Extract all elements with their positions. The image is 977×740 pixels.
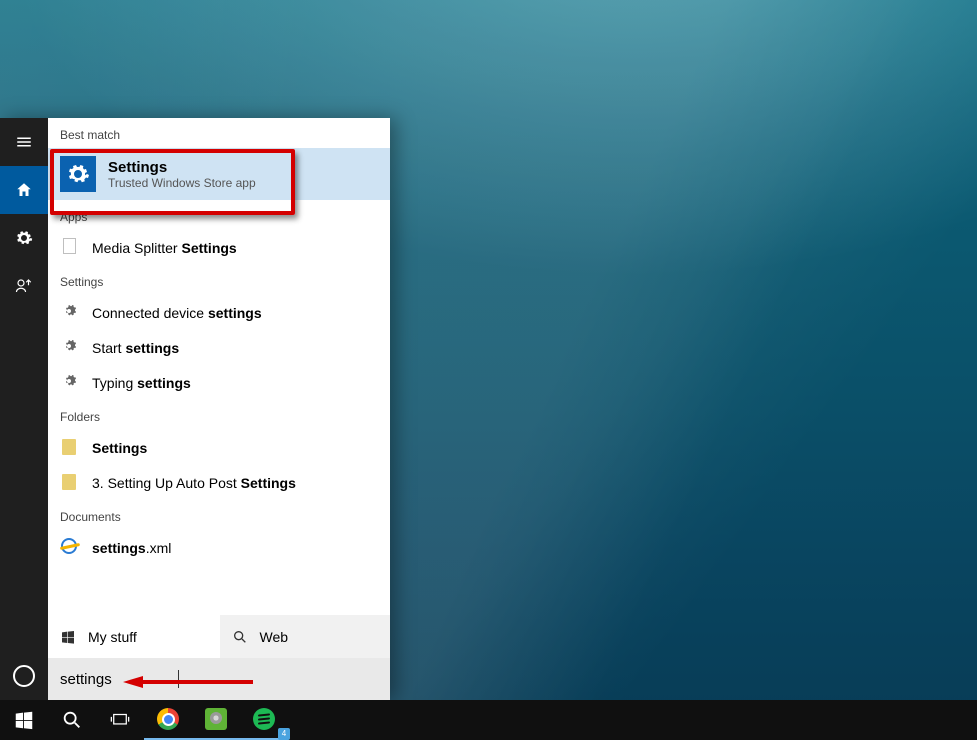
gear-icon [60,373,78,392]
gear-icon [60,303,78,322]
taskbar: 4 [0,700,977,740]
search-icon [232,629,248,645]
search-input[interactable] [60,671,180,688]
taskbar-app-spotify[interactable]: 4 [240,700,288,740]
section-apps: Apps [48,200,390,230]
best-match-subtitle: Trusted Windows Store app [108,176,256,190]
search-icon [61,709,83,731]
start-button[interactable] [0,700,48,740]
evernote-icon [205,708,227,730]
document-result[interactable]: settings.xml [48,530,390,565]
app-result[interactable]: Media Splitter Settings [48,230,390,265]
taskbar-search-button[interactable] [48,700,96,740]
settings-result-label: Connected device settings [92,305,262,321]
settings-result-label: Start settings [92,340,179,356]
section-best-match: Best match [48,118,390,148]
app-result-label: Media Splitter Settings [92,240,237,256]
folder-result-label: Settings [92,440,147,456]
settings-result[interactable]: Typing settings [48,365,390,400]
taskbar-app-evernote[interactable] [192,700,240,740]
home-icon[interactable] [0,166,48,214]
section-documents: Documents [48,500,390,530]
search-scope-tabs: My stuff Web [48,614,390,658]
search-results-body: Best match Settings Trusted Windows Stor… [48,118,390,700]
tab-my-stuff[interactable]: My stuff [48,615,219,658]
file-icon [60,238,78,257]
settings-result[interactable]: Connected device settings [48,295,390,330]
best-match-title: Settings [108,159,256,176]
task-view-button[interactable] [96,700,144,740]
tab-my-stuff-label: My stuff [88,629,137,645]
folder-result[interactable]: Settings [48,430,390,465]
ie-icon [60,538,78,557]
best-match-result[interactable]: Settings Trusted Windows Store app [48,148,390,200]
gear-icon [60,338,78,357]
windows-logo-icon [13,709,35,731]
settings-result[interactable]: Start settings [48,330,390,365]
start-search-panel: Best match Settings Trusted Windows Stor… [0,118,390,700]
cortana-circle-icon[interactable] [0,652,48,700]
settings-result-label: Typing settings [92,375,191,391]
folder-icon [60,438,78,457]
folder-result-label: 3. Setting Up Auto Post Settings [92,475,296,491]
folder-icon [60,473,78,492]
settings-app-icon [60,156,96,192]
spotify-icon [253,708,275,730]
taskbar-app-chrome[interactable] [144,700,192,740]
folder-result[interactable]: 3. Setting Up Auto Post Settings [48,465,390,500]
hamburger-icon[interactable] [0,118,48,166]
feedback-icon[interactable] [0,262,48,310]
settings-gear-icon[interactable] [0,214,48,262]
task-view-icon [109,709,131,731]
start-rail [0,118,48,700]
windows-logo-icon [60,629,76,645]
tab-web-label: Web [260,629,289,645]
section-settings: Settings [48,265,390,295]
document-result-label: settings.xml [92,540,171,556]
chrome-icon [157,708,179,730]
section-folders: Folders [48,400,390,430]
tab-web[interactable]: Web [219,615,391,658]
text-caret [178,670,179,688]
search-input-row [48,658,390,700]
spotify-badge: 4 [278,728,290,740]
